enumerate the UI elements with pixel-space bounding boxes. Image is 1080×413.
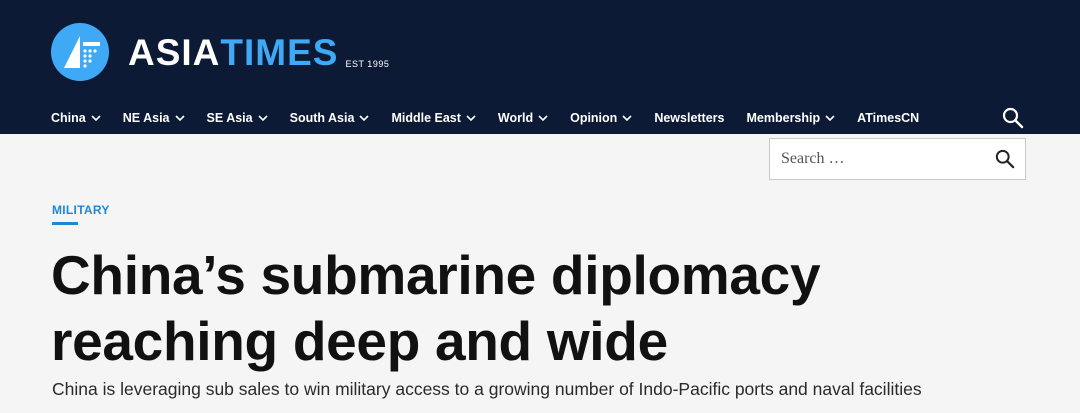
nav-item-se-asia[interactable]: SE Asia [207,111,268,125]
nav-item-china[interactable]: China [51,111,101,125]
nav-item-label: SE Asia [206,111,253,125]
nav-item-opinion[interactable]: Opinion [570,111,632,125]
chevron-down-icon [538,115,548,121]
nav-item-atimescn[interactable]: ATimesCN [857,111,919,125]
nav-item-label: ATimesCN [857,111,920,125]
search-box [769,138,1026,180]
chevron-down-icon [91,115,101,121]
chevron-down-icon [359,115,370,121]
wordmark-times: TIMES [220,31,339,73]
nav-item-label: Membership [746,111,821,125]
nav-item-label: Middle East [391,111,461,125]
established-year: EST 1995 [345,58,390,69]
nav-item-label: China [51,111,86,125]
article-subheadline: China is leveraging sub sales to win mil… [52,379,922,399]
nav-item-label: Newsletters [654,111,725,125]
article-headline: China’s submarine diplomacy reaching dee… [51,244,821,372]
nav-item-world[interactable]: World [498,111,548,125]
search-icon [995,149,1015,169]
site-header: ASIA TIMES EST 1995 China NE Asia SE Asia S… [0,0,1080,134]
chevron-down-icon [825,115,835,121]
nav-item-membership[interactable]: Membership [747,111,836,125]
chevron-down-icon [466,115,476,121]
wordmark: ASIA TIMES EST 1995 [128,34,389,71]
nav-item-label: World [497,111,534,125]
nav-item-middle-east[interactable]: Middle East [391,111,476,125]
chevron-down-icon [622,115,632,121]
nav-item-label: Opinion [570,111,618,125]
site-logo[interactable]: ASIA TIMES EST 1995 [51,23,389,81]
nav-item-south-asia[interactable]: South Asia [290,111,370,125]
search-icon[interactable] [1002,107,1024,129]
chevron-down-icon [258,115,268,121]
nav-item-label: South Asia [289,111,355,125]
main-nav: China NE Asia SE Asia South Asia Middle East… [51,108,941,128]
search-submit-button[interactable] [985,139,1025,179]
asia-times-logo-icon [51,23,109,81]
category-label[interactable]: MILITARY [52,203,110,217]
wordmark-asia: ASIA [128,31,221,73]
nav-item-ne-asia[interactable]: NE Asia [123,111,185,125]
nav-item-label: NE Asia [122,111,170,125]
category-underline [52,222,78,225]
chevron-down-icon [174,115,185,121]
nav-item-newsletters[interactable]: Newsletters [654,111,724,125]
search-input[interactable] [770,139,985,179]
